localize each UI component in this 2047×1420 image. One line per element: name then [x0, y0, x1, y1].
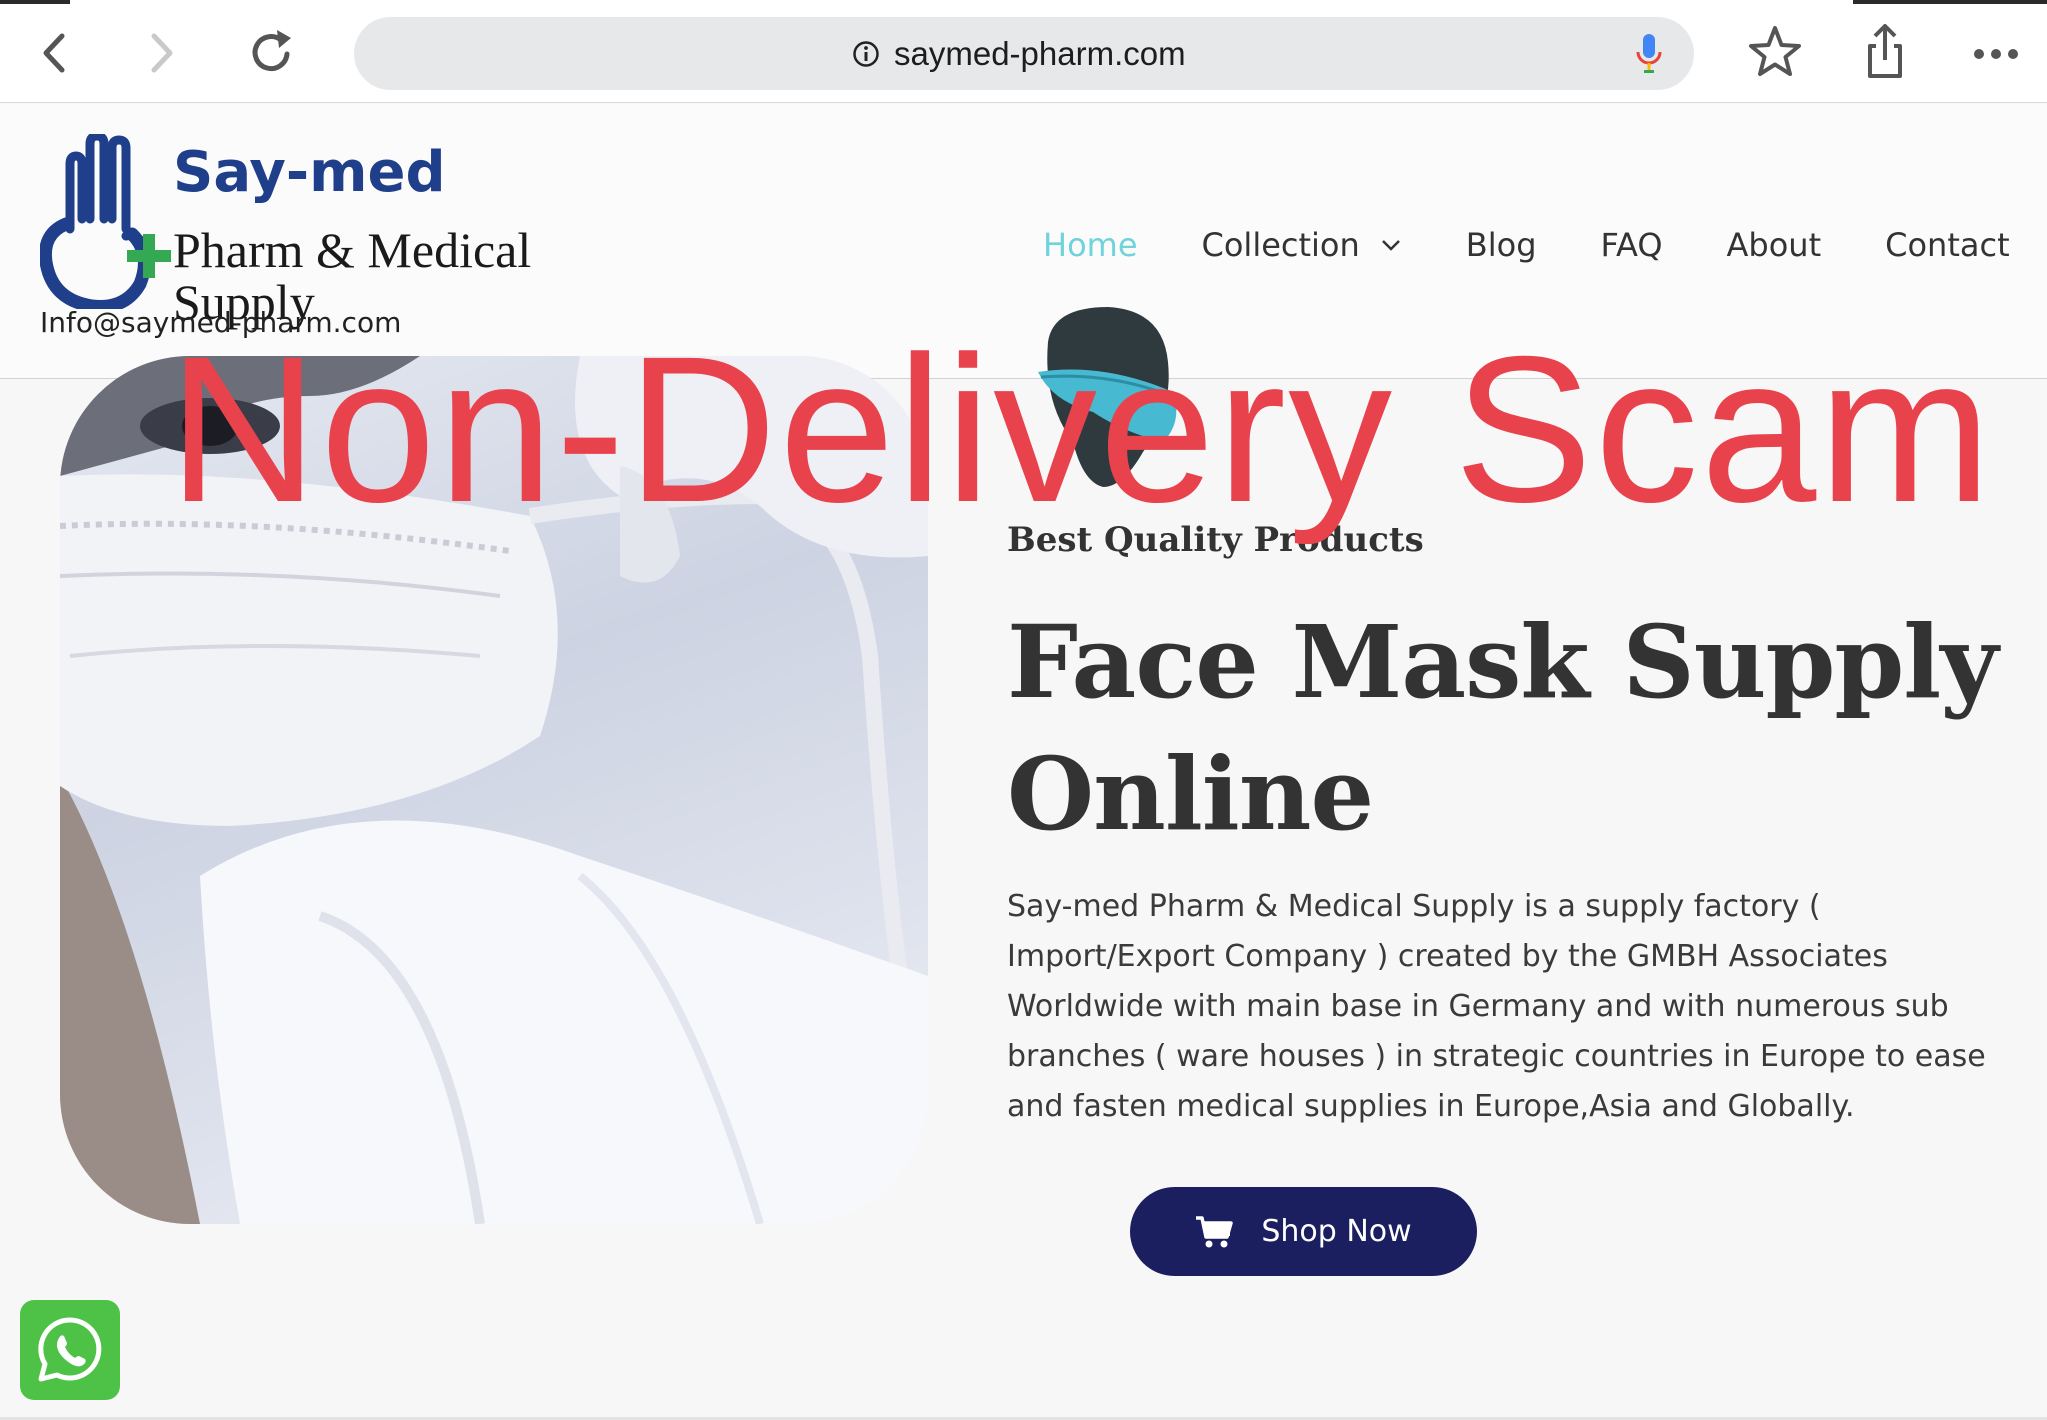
- hero-text-block: Best Quality Products Face Mask Supply O…: [1007, 520, 2007, 1132]
- reload-icon: [252, 30, 291, 72]
- hand-cross-logo-icon: [40, 134, 171, 309]
- logo-name: Say-med: [173, 140, 446, 205]
- main-navigation: Home Collection Blog FAQ About Contact: [1043, 220, 2010, 270]
- reload-button[interactable]: [237, 18, 307, 88]
- nav-item-home[interactable]: Home: [1043, 226, 1138, 264]
- share-icon: [1868, 24, 1902, 78]
- logo-subtitle-line1: Pharm & Medical: [173, 222, 532, 278]
- site-logo[interactable]: Say-med Pharm & Medical Supply: [40, 134, 560, 334]
- more-dots-icon: [1974, 49, 2018, 59]
- hero-headline-line2: Online: [1007, 735, 1374, 853]
- nav-item-label: Blog: [1465, 226, 1537, 264]
- cart-icon: [1196, 1215, 1234, 1247]
- info-icon[interactable]: [852, 40, 880, 68]
- chevron-left-icon: [43, 33, 65, 73]
- scam-warning-overlay: Non-Delivery Scam: [168, 314, 1994, 546]
- chevron-right-icon: [151, 33, 173, 73]
- hero-headline-line1: Face Mask Supply: [1007, 603, 1998, 721]
- tab-edge-left: [0, 0, 70, 4]
- microphone-icon[interactable]: [1634, 32, 1664, 76]
- share-button[interactable]: [1850, 16, 1920, 90]
- nav-item-blog[interactable]: Blog: [1466, 226, 1537, 264]
- tab-edge-right: [1853, 0, 2047, 4]
- nav-item-about[interactable]: About: [1727, 226, 1822, 264]
- bookmark-button[interactable]: [1740, 16, 1810, 90]
- shop-now-button[interactable]: Shop Now: [1130, 1187, 1477, 1276]
- nav-item-label: About: [1726, 226, 1822, 264]
- nav-item-faq[interactable]: FAQ: [1601, 226, 1663, 264]
- address-bar[interactable]: saymed-pharm.com: [354, 17, 1694, 90]
- nav-item-contact[interactable]: Contact: [1885, 226, 2010, 264]
- nav-item-collection[interactable]: Collection: [1202, 226, 1402, 264]
- chevron-down-icon: [1381, 240, 1400, 251]
- star-icon: [1749, 26, 1801, 76]
- nav-item-label: FAQ: [1600, 226, 1663, 264]
- browser-toolbar: saymed-pharm.com: [0, 0, 2047, 103]
- hero-description: Say-med Pharm & Medical Supply is a supp…: [1007, 889, 1986, 1124]
- whatsapp-button[interactable]: [20, 1300, 120, 1400]
- shop-now-label: Shop Now: [1261, 1214, 1412, 1249]
- nav-item-label: Contact: [1885, 226, 2010, 264]
- more-button[interactable]: [1960, 16, 2030, 90]
- nav-item-label: Home: [1043, 226, 1138, 264]
- url-text: saymed-pharm.com: [894, 35, 1186, 72]
- hero-headline: Face Mask Supply Online: [1007, 596, 2007, 860]
- forward-button[interactable]: [126, 18, 196, 88]
- nav-item-label: Collection: [1201, 226, 1360, 264]
- whatsapp-icon: [38, 1317, 102, 1382]
- back-button[interactable]: [20, 18, 90, 88]
